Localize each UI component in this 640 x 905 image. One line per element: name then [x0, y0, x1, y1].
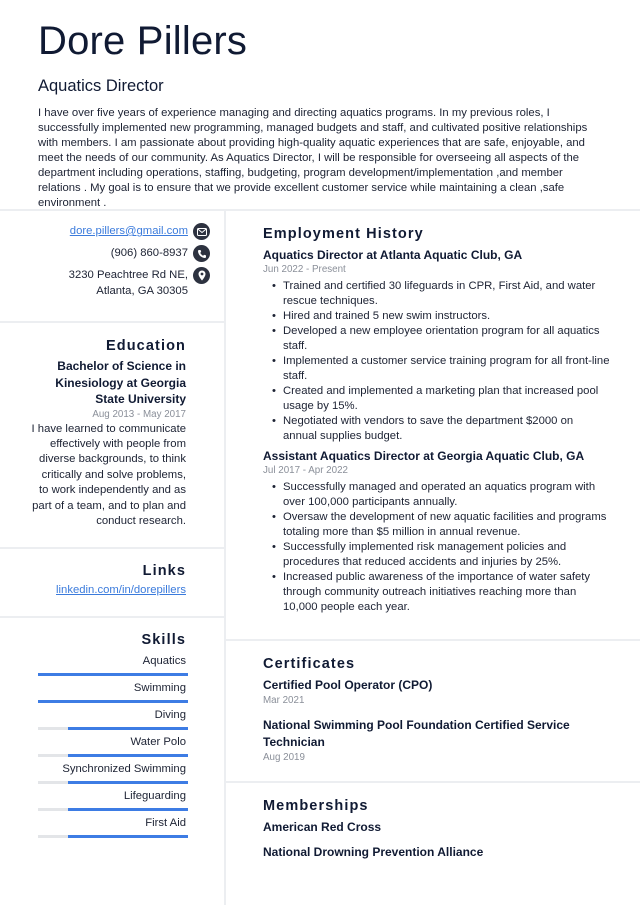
job-bullet: Trained and certified 30 lifeguards in C…	[263, 279, 610, 309]
job-bullet: Negotiated with vendors to save the depa…	[263, 414, 610, 444]
job-heading: Aquatics Director at Atlanta Aquatic Clu…	[263, 248, 523, 262]
skill-level-bar	[38, 673, 188, 676]
skill-item: First Aid	[0, 816, 188, 838]
job-bullet: Hired and trained 5 new swim instructors…	[263, 309, 610, 324]
job-entry: Aquatics Director at Atlanta Aquatic Clu…	[263, 247, 610, 444]
job-entry: Assistant Aquatics Director at Georgia A…	[263, 448, 610, 615]
address: 3230 Peachtree Rd NE, Atlanta, GA 30305	[68, 269, 188, 297]
skills-list: Aquatics Swimming Diving Water Polo Synchron…	[0, 654, 188, 838]
envelope-icon	[193, 223, 210, 240]
job-bullets: Successfully managed and operated an aqu…	[263, 480, 610, 615]
skill-item: Synchronized Swimming	[0, 762, 188, 784]
skills-section: Skills Aquatics Swimming Diving Water Polo S…	[0, 618, 224, 838]
education-degree: Bachelor of Science in Kinesiology at Ge…	[55, 359, 186, 406]
skill-level-fill	[68, 808, 188, 811]
skill-name: Aquatics	[142, 655, 186, 667]
job-bullet: Developed a new employee orientation pro…	[263, 324, 610, 354]
certificates-section: Certificates Certified Pool Operator (CP…	[226, 641, 640, 783]
job-bullet: Successfully implemented risk management…	[263, 540, 610, 570]
candidate-name: Dore Pillers	[38, 19, 248, 63]
certificate-entry: Certified Pool Operator (CPO) Mar 2021	[263, 677, 610, 708]
resume-header: Dore Pillers Aquatics Director I have ov…	[0, 0, 640, 211]
phone-icon	[193, 245, 210, 262]
linkedin-link[interactable]: linkedin.com/in/dorepillers	[56, 584, 186, 596]
skill-item: Swimming	[0, 681, 188, 703]
jobs-list: Aquatics Director at Atlanta Aquatic Clu…	[263, 247, 610, 615]
right-column: Employment History Aquatics Director at …	[226, 211, 640, 905]
certificate-name: Certified Pool Operator (CPO)	[263, 678, 433, 692]
skill-level-bar	[38, 781, 188, 784]
contact-phone-row: (906) 860-8937	[0, 245, 210, 262]
skill-item: Diving	[0, 708, 188, 730]
certificate-date: Aug 2019	[263, 752, 305, 763]
skill-item: Aquatics	[0, 654, 188, 676]
skill-level-bar	[38, 727, 188, 730]
membership-item: American Red Cross	[263, 820, 382, 834]
skill-level-bar	[38, 700, 188, 703]
skill-item: Lifeguarding	[0, 789, 188, 811]
contact-section: dore.pillers@gmail.com (906) 860-8937 32…	[0, 211, 224, 323]
skill-level-fill	[38, 673, 188, 676]
skill-name: Diving	[154, 709, 186, 721]
skill-name: First Aid	[145, 817, 186, 829]
job-title: Aquatics Director	[38, 77, 164, 95]
links-heading: Links	[142, 563, 186, 579]
profile-summary: I have over five years of experience man…	[38, 107, 588, 209]
job-bullet: Increased public awareness of the import…	[263, 570, 610, 615]
contact-address-row: 3230 Peachtree Rd NE, Atlanta, GA 30305	[0, 267, 210, 299]
certificates-heading: Certificates	[263, 656, 356, 672]
skill-level-bar	[38, 808, 188, 811]
links-section: Links linkedin.com/in/dorepillers	[0, 549, 224, 618]
skill-level-fill	[68, 754, 188, 757]
job-bullet: Created and implemented a marketing plan…	[263, 384, 610, 414]
skill-name: Water Polo	[130, 736, 186, 748]
education-description: I have learned to communicate effectivel…	[31, 422, 186, 527]
employment-heading: Employment History	[263, 226, 424, 242]
employment-section: Employment History Aquatics Director at …	[226, 211, 640, 641]
job-dates: Jun 2022 - Present	[263, 264, 346, 275]
skill-level-fill	[38, 700, 188, 703]
skill-name: Lifeguarding	[123, 790, 186, 802]
skill-level-fill	[68, 781, 188, 784]
phone-number: (906) 860-8937	[110, 247, 188, 259]
skill-item: Water Polo	[0, 735, 188, 757]
skill-level-fill	[68, 727, 188, 730]
job-bullet: Oversaw the development of new aquatic f…	[263, 510, 610, 540]
skill-name: Swimming	[133, 682, 186, 694]
job-bullets: Trained and certified 30 lifeguards in C…	[263, 279, 610, 444]
job-bullet: Implemented a customer service training …	[263, 354, 610, 384]
memberships-heading: Memberships	[263, 798, 369, 814]
memberships-section: Memberships American Red Cross National D…	[226, 783, 640, 861]
membership-item: National Drowning Prevention Alliance	[263, 845, 484, 859]
left-column: dore.pillers@gmail.com (906) 860-8937 32…	[0, 211, 226, 905]
contact-email-row: dore.pillers@gmail.com	[0, 223, 210, 240]
job-bullet: Successfully managed and operated an aqu…	[263, 480, 610, 510]
certificates-list: Certified Pool Operator (CPO) Mar 2021 Nat…	[263, 677, 610, 765]
job-heading: Assistant Aquatics Director at Georgia A…	[263, 449, 585, 463]
skill-level-bar	[38, 754, 188, 757]
education-section: Education Bachelor of Science in Kinesio…	[0, 323, 224, 549]
skills-heading: Skills	[141, 632, 186, 648]
certificate-entry: National Swimming Pool Foundation Certif…	[263, 717, 610, 765]
education-dates: Aug 2013 - May 2017	[92, 408, 186, 420]
job-dates: Jul 2017 - Apr 2022	[263, 465, 348, 476]
certificate-name: National Swimming Pool Foundation Certif…	[263, 718, 570, 749]
skill-name: Synchronized Swimming	[62, 763, 186, 775]
map-pin-icon	[193, 267, 210, 284]
email-link[interactable]: dore.pillers@gmail.com	[70, 223, 188, 239]
certificate-date: Mar 2021	[263, 695, 305, 706]
skill-level-bar	[38, 835, 188, 838]
education-heading: Education	[106, 338, 186, 354]
memberships-list: American Red Cross National Drowning Prev…	[263, 819, 610, 861]
skill-level-fill	[68, 835, 188, 838]
